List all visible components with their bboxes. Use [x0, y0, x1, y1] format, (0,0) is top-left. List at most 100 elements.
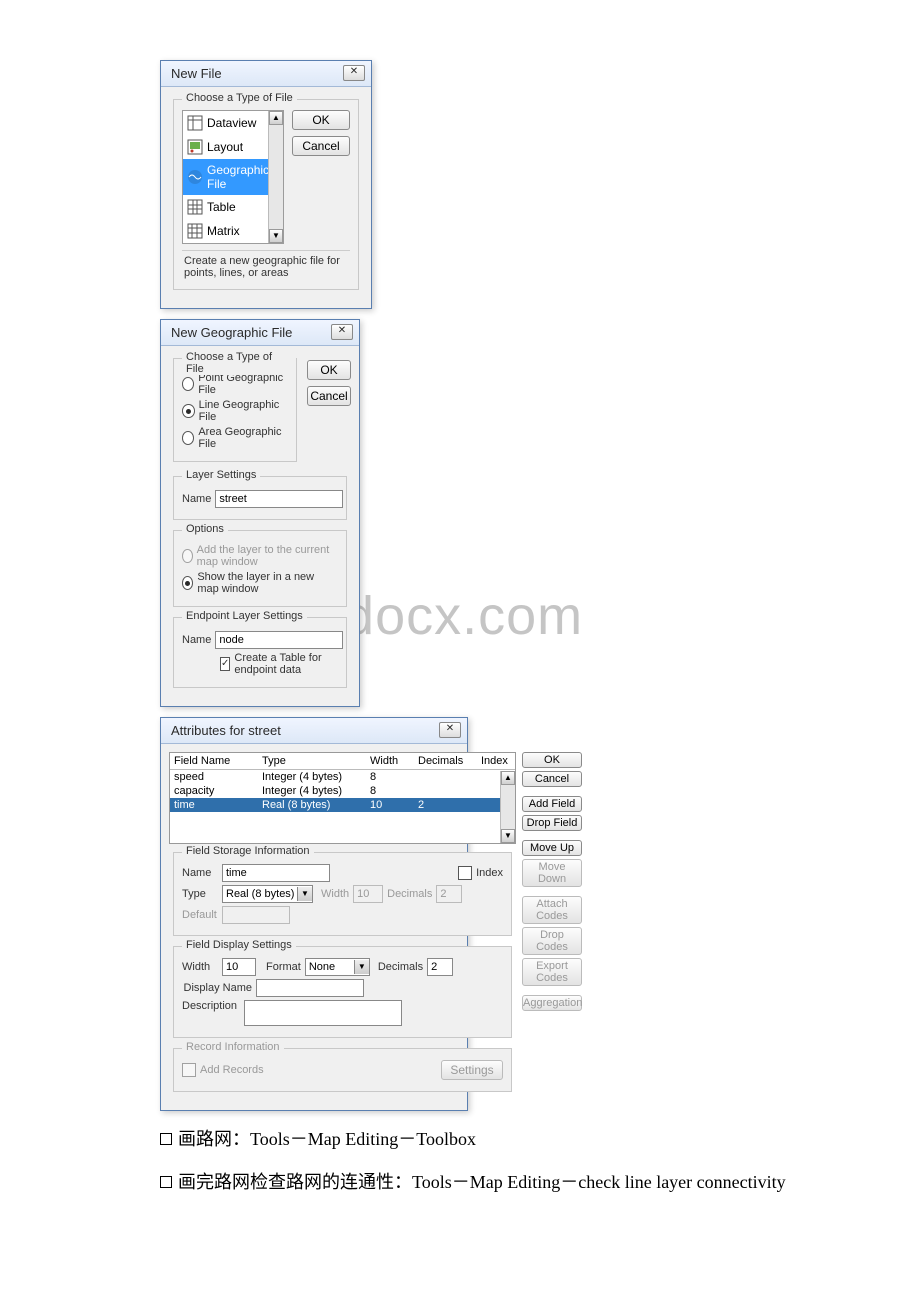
description-label: Description	[182, 1000, 240, 1012]
radio-area[interactable]: Area Geographic File	[182, 426, 288, 450]
title-text: New File	[171, 66, 222, 81]
name-label: Name	[182, 867, 218, 879]
scroll-down-icon[interactable]: ▼	[269, 229, 283, 243]
cell-dec	[414, 770, 477, 784]
cell-name: time	[170, 798, 258, 812]
dec-label: Decimals	[378, 961, 423, 973]
radio-line[interactable]: Line Geographic File	[182, 399, 288, 423]
cell-name: capacity	[170, 784, 258, 798]
add-field-button[interactable]: Add Field	[522, 796, 582, 812]
scroll-down-icon[interactable]: ▼	[501, 829, 515, 843]
group-label: Choose a Type of File	[182, 92, 297, 104]
move-up-button[interactable]: Move Up	[522, 840, 582, 856]
grid-header: Field Name Type Width Decimals Index	[170, 753, 515, 770]
type-select[interactable]: Real (8 bytes) ▼	[222, 885, 313, 903]
index-checkbox[interactable]	[458, 866, 472, 880]
footer-line-1: 画路网：Tools－Map Editing－Toolbox	[160, 1125, 840, 1154]
checkbox-label: Create a Table for endpoint data	[234, 652, 338, 676]
close-icon[interactable]: ✕	[343, 65, 365, 81]
col-dec: Decimals	[414, 753, 477, 770]
cell-width: 10	[366, 798, 414, 812]
radio-label: Point Geographic File	[198, 372, 288, 396]
cell-width: 8	[366, 770, 414, 784]
cancel-button[interactable]: Cancel	[292, 136, 350, 156]
display-dec-input[interactable]	[427, 958, 453, 976]
cell-dec: 2	[414, 798, 477, 812]
item-label: Matrix	[207, 224, 240, 238]
cell-type: Real (8 bytes)	[258, 798, 366, 812]
dialog-title: New File ✕	[161, 61, 371, 87]
description-input[interactable]	[244, 1000, 402, 1026]
item-label: Dataview	[207, 116, 256, 130]
title-text: New Geographic File	[171, 325, 292, 340]
col-type: Type	[258, 753, 366, 770]
cell-type: Integer (4 bytes)	[258, 784, 366, 798]
table-row[interactable]: time Real (8 bytes) 10 2	[170, 798, 515, 812]
layout-icon	[187, 139, 203, 155]
storage-name-input[interactable]	[222, 864, 330, 882]
displayname-label: Display Name	[182, 982, 252, 994]
radio-label: Add the layer to the current map window	[197, 544, 338, 568]
cell-type: Integer (4 bytes)	[258, 770, 366, 784]
cell-dec	[414, 784, 477, 798]
default-label: Default	[182, 909, 218, 921]
format-select[interactable]: None ▼	[305, 958, 370, 976]
name-label: Name	[182, 634, 211, 646]
dialog-new-file: New File ✕ Choose a Type of File Datavie…	[160, 60, 372, 309]
name-label: Name	[182, 493, 211, 505]
select-value: Real (8 bytes)	[226, 888, 294, 900]
fields-grid[interactable]: Field Name Type Width Decimals Index spe…	[169, 752, 516, 844]
scrollbar[interactable]: ▲ ▼	[500, 771, 515, 843]
close-icon[interactable]: ✕	[331, 324, 353, 340]
radio-label: Area Geographic File	[198, 426, 288, 450]
scroll-up-icon[interactable]: ▲	[501, 771, 515, 785]
group-label: Field Display Settings	[182, 939, 296, 951]
displayname-input[interactable]	[256, 979, 364, 997]
radio-add-current[interactable]: Add the layer to the current map window	[182, 544, 338, 568]
text-en: Tools－Map Editing－Toolbox	[250, 1129, 476, 1149]
checkbox-icon[interactable]	[220, 657, 230, 671]
title-text: Attributes for street	[171, 723, 281, 738]
index-label: Index	[476, 867, 503, 879]
radio-label: Line Geographic File	[199, 399, 288, 423]
group-label: Choose a Type of File	[182, 351, 296, 375]
text-cn: 画完路网检查路网的连通性：	[178, 1172, 412, 1192]
table-row[interactable]: capacity Integer (4 bytes) 8	[170, 784, 515, 798]
scrollbar[interactable]: ▲ ▼	[268, 111, 283, 243]
cancel-button[interactable]: Cancel	[522, 771, 582, 787]
text-cn: 画路网：	[178, 1129, 250, 1149]
endpoint-name-input[interactable]	[215, 631, 343, 649]
layer-name-input[interactable]	[215, 490, 343, 508]
dialog-new-geographic-file: New Geographic File ✕ Choose a Type of F…	[160, 319, 360, 707]
globe-icon	[187, 169, 203, 185]
ok-button[interactable]: OK	[522, 752, 582, 768]
dataview-icon	[187, 115, 203, 131]
width-label: Width	[182, 961, 218, 973]
group-label: Endpoint Layer Settings	[182, 610, 307, 622]
radio-point[interactable]: Point Geographic File	[182, 372, 288, 396]
dec-label: Decimals	[387, 888, 432, 900]
add-records-checkbox	[182, 1063, 196, 1077]
type-label: Type	[182, 888, 218, 900]
attach-codes-button: Attach Codes	[522, 896, 582, 924]
table-row[interactable]: speed Integer (4 bytes) 8	[170, 770, 515, 784]
ok-button[interactable]: OK	[307, 360, 351, 380]
footer-line-2: 画完路网检查路网的连通性：Tools－Map Editing－check lin…	[160, 1168, 840, 1197]
table-icon	[187, 199, 203, 215]
display-width-input[interactable]	[222, 958, 256, 976]
drop-field-button[interactable]: Drop Field	[522, 815, 582, 831]
matrix-icon	[187, 223, 203, 239]
cell-width: 8	[366, 784, 414, 798]
dialog-title: Attributes for street ✕	[161, 718, 467, 744]
close-icon[interactable]: ✕	[439, 722, 461, 738]
cell-name: speed	[170, 770, 258, 784]
file-type-listbox[interactable]: Dataview Layout Geographic File Table	[182, 110, 284, 244]
group-label: Options	[182, 523, 228, 535]
radio-show-new[interactable]: Show the layer in a new map window	[182, 571, 338, 595]
aggregation-button: Aggregation	[522, 995, 582, 1011]
create-table-checkbox[interactable]: Create a Table for endpoint data	[220, 652, 338, 676]
scroll-up-icon[interactable]: ▲	[269, 111, 283, 125]
format-label: Format	[266, 961, 301, 973]
cancel-button[interactable]: Cancel	[307, 386, 351, 406]
ok-button[interactable]: OK	[292, 110, 350, 130]
